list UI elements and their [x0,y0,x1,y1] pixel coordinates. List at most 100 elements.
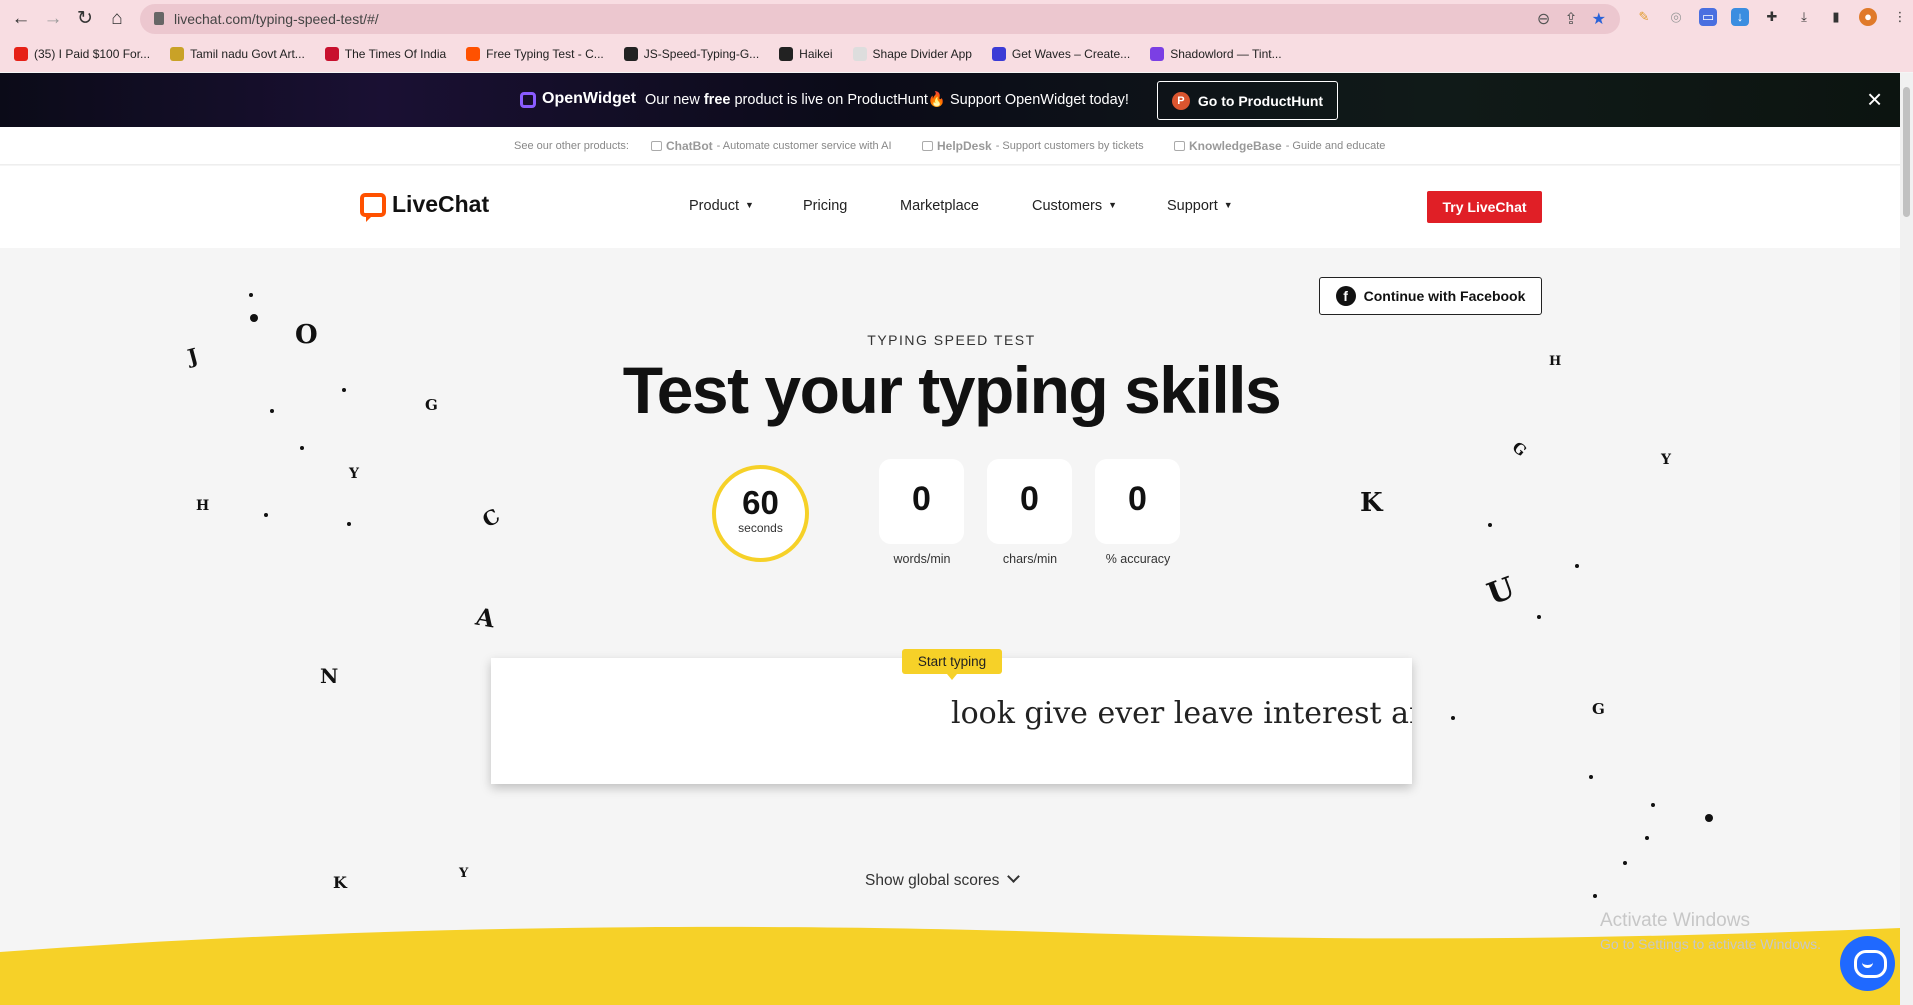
bookmark-item[interactable]: Shape Divider App [852,47,972,61]
timer-unit: seconds [738,521,783,535]
downloads-icon[interactable]: ⤓ [1795,8,1813,26]
chevron-down-icon: ▼ [744,200,754,210]
pen-extension-icon[interactable]: ✎ [1635,8,1653,26]
bookmark-label: JS-Speed-Typing-G... [643,47,760,61]
promo-brand: OpenWidget [542,90,637,107]
producthunt-button[interactable]: P Go to ProductHunt [1157,81,1338,120]
stat-cpm-value: 0 [987,459,1072,544]
decor-dot [1705,814,1713,822]
bookmark-favicon-icon [1150,47,1165,61]
chevron-down-icon [1007,870,1021,883]
product-link-helpdesk[interactable]: HelpDesk - Support customers by tickets [922,139,1144,153]
address-bar[interactable]: livechat.com/typing-speed-test/#/ ⊖ ⇪ ★ [140,4,1620,34]
facebook-button-label: Continue with Facebook [1363,288,1526,304]
start-typing-tooltip: Start typing [902,649,1002,680]
chevron-down-icon: ▼ [1223,200,1233,210]
product-link-chatbot[interactable]: ChatBot - Automate customer service with … [651,139,892,153]
decor-dot [264,513,268,517]
bookmark-label: The Times Of India [344,47,447,61]
share-icon[interactable]: ⇪ [1564,9,1577,29]
url-text[interactable]: livechat.com/typing-speed-test/#/ [174,11,379,27]
decor-dot [347,522,351,526]
livechat-logo[interactable]: LiveChat [360,191,489,222]
forward-icon[interactable]: → [41,7,65,31]
decor-letter: H [196,498,210,514]
zoom-icon[interactable]: ⊖ [1537,9,1550,29]
eyebrow-label: TYPING SPEED TEST [867,332,1036,348]
page-scrollbar[interactable] [1900,73,1913,1005]
bookmark-label: Tamil nadu Govt Art... [190,47,305,61]
try-livechat-button[interactable]: Try LiveChat [1427,191,1542,223]
decor-letter: G [1592,700,1605,718]
decor-dot [1537,615,1541,619]
nav-customers[interactable]: Customers ▼ [1032,198,1117,214]
home-icon[interactable]: ⌂ [105,7,129,31]
nav-marketplace[interactable]: Marketplace [900,198,979,214]
screen-extension-icon[interactable]: ▭ [1699,8,1717,26]
decor-dot [300,446,304,450]
decor-dot [1589,775,1593,779]
decor-letter: Y [1661,452,1671,468]
bookmark-item[interactable]: Free Typing Test - C... [466,47,604,61]
chevron-down-icon: ▼ [1108,200,1118,210]
bookmark-favicon-icon [14,47,28,61]
continue-with-facebook-button[interactable]: f Continue with Facebook [1319,277,1542,315]
bookmark-star-icon[interactable]: ★ [1592,9,1606,29]
menu-kebab-icon[interactable]: ⋮ [1891,8,1909,26]
livechat-bubble-icon [360,192,386,222]
decor-dot [1645,836,1649,840]
bookmark-item[interactable]: Shadowlord — Tint... [1150,47,1282,61]
facebook-icon: f [1335,286,1356,306]
stat-accuracy-label: % accuracy [1105,552,1171,566]
decor-letter: C [478,503,504,533]
decor-dot [1623,861,1627,865]
promo-banner: OpenWidget Our new free product is live … [0,73,1913,127]
bookmark-label: Get Waves – Create... [1011,47,1131,61]
address-row: ← → ↻ ⌂ livechat.com/typing-speed-test/#… [0,0,1913,38]
producthunt-button-label: Go to ProductHunt [1197,92,1324,109]
bookmark-favicon-icon [991,47,1006,61]
close-icon[interactable]: × [1867,85,1882,113]
nav-pricing[interactable]: Pricing [803,198,847,214]
bookmark-item[interactable]: (35) I Paid $100 For... [14,47,150,61]
nav-product[interactable]: Product ▼ [689,198,754,214]
decor-letter: N [320,664,339,688]
bookmark-item[interactable]: Haikei [779,47,833,61]
page-title: Test your typing skills [622,353,1282,427]
timer-value: 60 [742,484,779,521]
decor-dot [250,314,258,322]
stat-accuracy-value: 0 [1095,459,1180,544]
other-products-bar: See our other products: ChatBot - Automat… [0,127,1900,165]
decor-letter: Y [349,466,359,482]
product-link-knowledgebase[interactable]: KnowledgeBase - Guide and educate [1174,139,1385,153]
bookmarks-bar: (35) I Paid $100 For... Tamil nadu Govt A… [0,42,1913,66]
decor-letter: Y [459,866,469,881]
browser-chrome: ← → ↻ ⌂ livechat.com/typing-speed-test/#… [0,0,1913,72]
openwidget-logo-icon [520,92,536,108]
puzzle-extensions-icon[interactable]: ✚ [1763,8,1781,26]
bookmark-label: Shape Divider App [872,47,972,61]
sidepanel-icon[interactable]: ▮ [1827,8,1845,26]
download-extension-icon[interactable]: ↓ [1731,8,1749,26]
chat-widget-icon[interactable] [1840,936,1895,991]
stat-wpm-label: words/min [893,552,951,566]
stat-wpm-value: 0 [879,459,964,544]
bookmark-item[interactable]: The Times Of India [324,47,447,61]
bookmark-item[interactable]: JS-Speed-Typing-G... [623,47,760,61]
decor-letter: A [473,601,498,634]
decor-dot [1575,564,1579,568]
typing-test-section: J O G H C A N K H K G U G Y Y Y f Contin… [0,248,1900,1005]
compass-extension-icon[interactable]: ◎ [1667,8,1685,26]
bookmark-item[interactable]: Get Waves – Create... [991,47,1131,61]
bookmark-label: (35) I Paid $100 For... [34,47,151,61]
nav-support[interactable]: Support ▼ [1167,198,1233,214]
profile-avatar-icon[interactable]: ● [1859,8,1877,26]
back-icon[interactable]: ← [9,7,33,31]
lock-icon [154,12,164,25]
bookmark-label: Haikei [799,47,833,61]
scrollbar-thumb[interactable] [1903,87,1910,217]
show-global-scores-toggle[interactable]: Show global scores [865,870,1021,890]
reload-icon[interactable]: ↻ [73,7,97,31]
bookmark-label: Free Typing Test - C... [486,47,604,61]
bookmark-item[interactable]: Tamil nadu Govt Art... [170,47,305,61]
